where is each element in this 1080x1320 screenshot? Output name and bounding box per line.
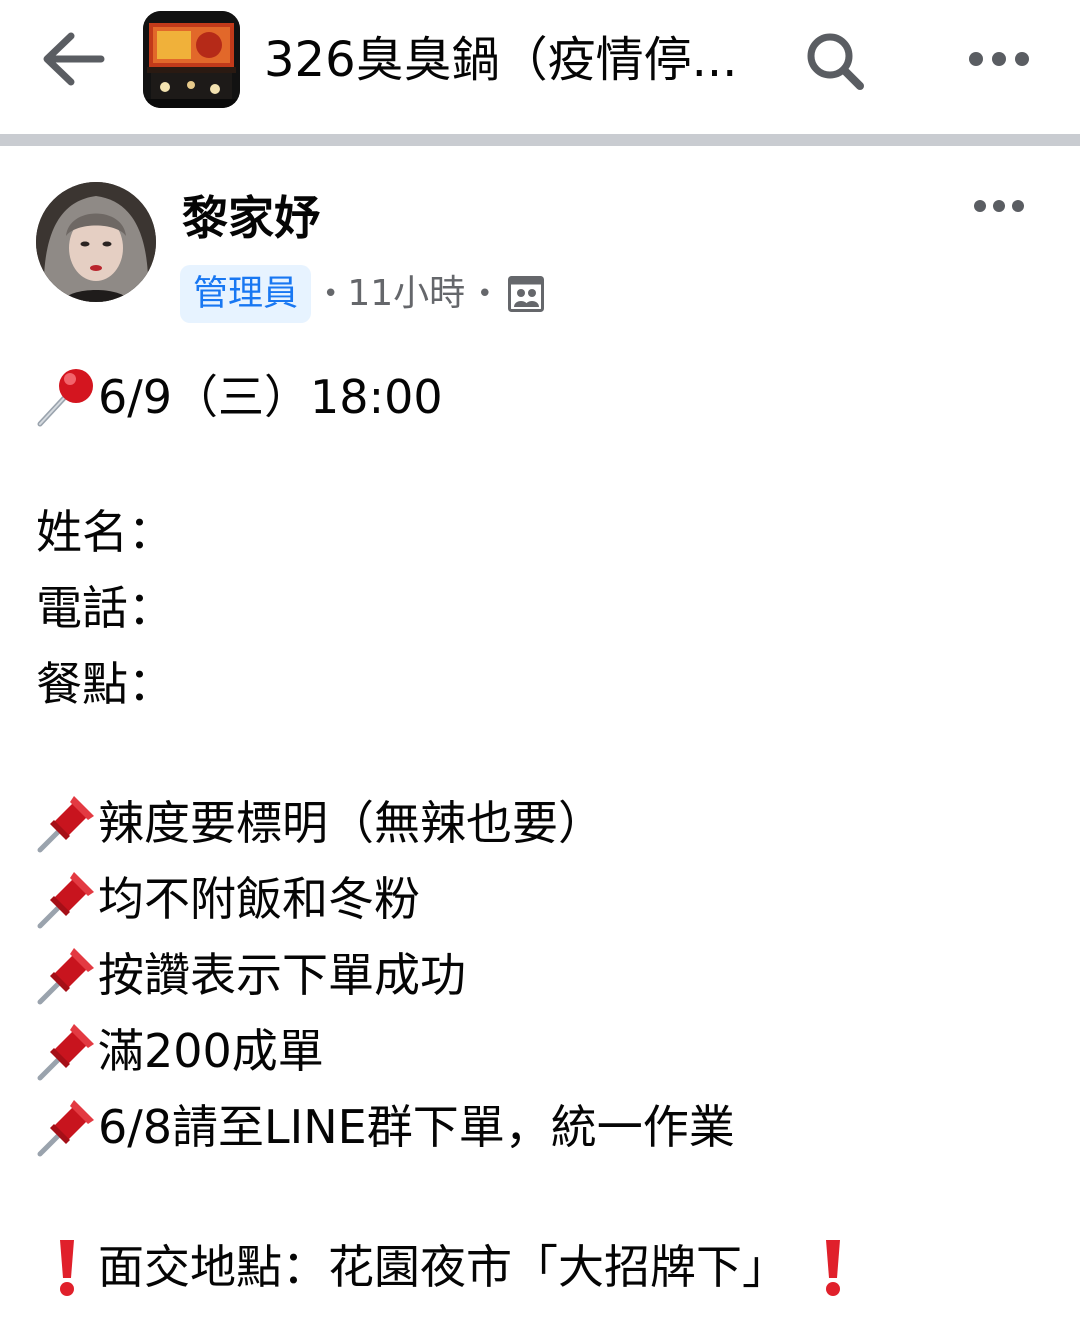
post-meta: 管理員 • 11小時 • bbox=[180, 264, 544, 324]
pickup-datetime: 6/9（三）18:00 bbox=[98, 370, 443, 424]
exclamation-mark-icon bbox=[802, 1236, 864, 1298]
more-horizontal-icon bbox=[969, 52, 1029, 66]
author-name[interactable]: 黎家妤 bbox=[182, 186, 320, 250]
back-button[interactable] bbox=[36, 26, 108, 92]
note-text: 按讚表示下單成功 bbox=[98, 948, 466, 1002]
page-more-button[interactable] bbox=[960, 38, 1038, 80]
note-text: 6/8請至LINE群下單，統一作業 bbox=[98, 1100, 735, 1154]
top-app-bar: 326臭臭鍋（疫情停... bbox=[0, 0, 1080, 134]
page-title[interactable]: 326臭臭鍋（疫情停... bbox=[264, 28, 764, 92]
round-pushpin-icon bbox=[36, 366, 98, 428]
note-text: 滿200成單 bbox=[98, 1024, 324, 1078]
note-line: 6/8請至LINE群下單，統一作業 bbox=[36, 1092, 735, 1162]
pushpin-icon bbox=[36, 792, 98, 854]
section-divider bbox=[0, 134, 1080, 146]
meta-separator: • bbox=[323, 279, 339, 309]
note-line: 滿200成單 bbox=[36, 1016, 324, 1086]
meetup-location: 面交地點：花園夜市「大招牌下」 bbox=[98, 1240, 788, 1294]
pushpin-icon bbox=[36, 868, 98, 930]
page-profile-picture[interactable] bbox=[143, 11, 240, 108]
search-button[interactable] bbox=[800, 26, 870, 96]
post-more-button[interactable] bbox=[964, 186, 1034, 226]
note-line: 按讚表示下單成功 bbox=[36, 940, 466, 1010]
pushpin-icon bbox=[36, 1096, 98, 1158]
meetup-location-line: 面交地點：花園夜市「大招牌下」 bbox=[36, 1232, 864, 1302]
pushpin-icon bbox=[36, 944, 98, 1006]
form-field-line: 姓名： bbox=[36, 497, 174, 567]
pushpin-icon bbox=[36, 1020, 98, 1082]
arrow-left-icon bbox=[43, 32, 105, 86]
form-field-line: 餐點： bbox=[36, 649, 174, 719]
group-members-icon bbox=[507, 276, 544, 312]
admin-badge: 管理員 bbox=[180, 265, 312, 323]
form-field-line: 電話： bbox=[36, 573, 174, 643]
form-field-name: 姓名： bbox=[36, 505, 174, 559]
form-field-phone: 電話： bbox=[36, 581, 174, 635]
search-icon bbox=[807, 33, 864, 90]
exclamation-mark-icon bbox=[36, 1236, 98, 1298]
author-avatar[interactable] bbox=[36, 182, 156, 302]
audience-selector[interactable] bbox=[507, 276, 544, 312]
note-line: 辣度要標明（無辣也要） bbox=[36, 788, 604, 858]
night-market-stall-image bbox=[143, 11, 240, 108]
post-date-line: 6/9（三）18:00 bbox=[36, 362, 443, 432]
note-text: 均不附飯和冬粉 bbox=[98, 872, 420, 926]
note-text: 辣度要標明（無辣也要） bbox=[98, 796, 604, 850]
note-line: 均不附飯和冬粉 bbox=[36, 864, 420, 934]
meta-separator: • bbox=[477, 279, 493, 309]
post-timestamp[interactable]: 11小時 bbox=[347, 265, 465, 323]
form-field-meal: 餐點： bbox=[36, 657, 174, 711]
more-horizontal-icon bbox=[974, 200, 1024, 212]
author-photo bbox=[36, 182, 156, 302]
